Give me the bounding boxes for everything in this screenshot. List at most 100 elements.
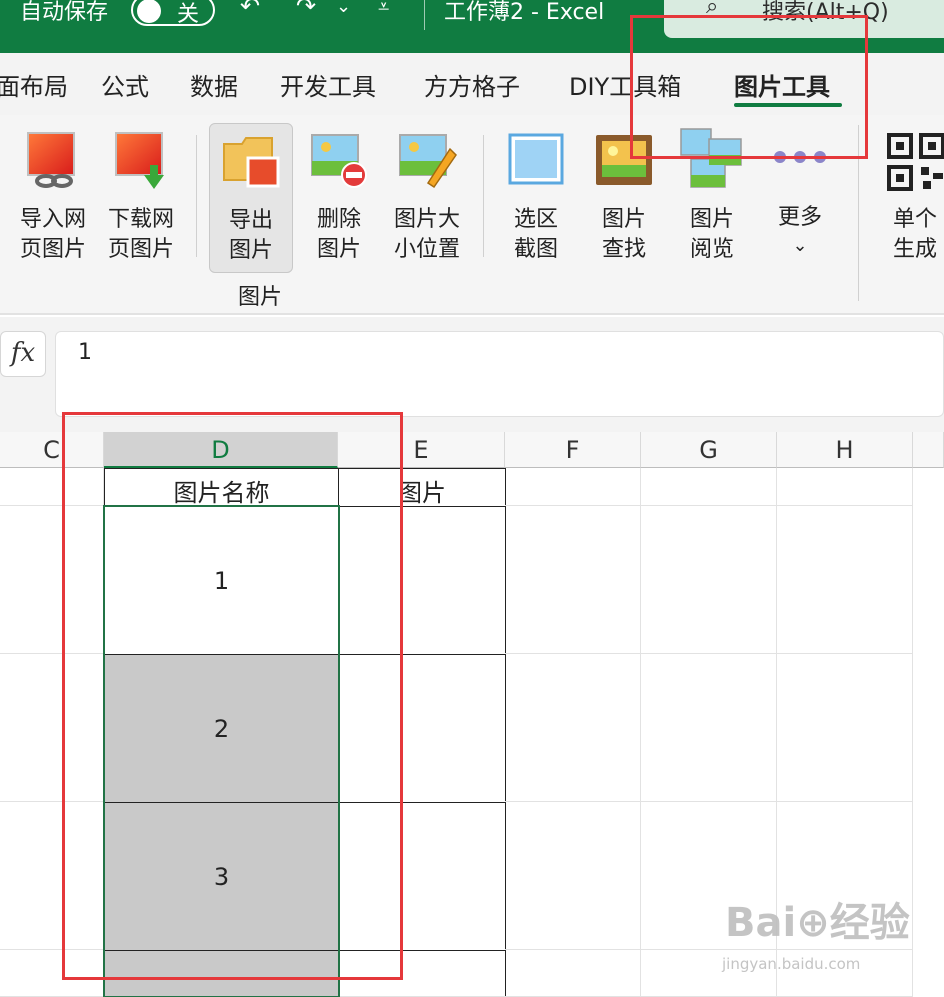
download-web-image-button[interactable]: 下载网 页图片 [98, 123, 184, 271]
tab-image-tools[interactable]: 图片工具 [734, 67, 830, 102]
cell-text: 2 [213, 715, 230, 743]
image-size-label-1: 图片大 [393, 207, 460, 232]
more-button[interactable]: 更多 ⌄ [757, 123, 843, 271]
image-size-position-button[interactable]: 图片大 小位置 [384, 123, 470, 271]
cell[interactable] [0, 654, 104, 802]
export-image-icon [223, 137, 280, 188]
image-find-icon [596, 135, 652, 185]
cell[interactable] [0, 950, 104, 997]
image-find-label-2: 查找 [601, 237, 646, 262]
cell-d-row-4[interactable] [104, 950, 339, 997]
image-browse-button[interactable]: 图片 阅览 [669, 123, 755, 271]
cell-e-header[interactable]: 图片 [338, 468, 506, 507]
cell-d-row-3[interactable]: 3 [104, 802, 339, 951]
import-web-image-label-2: 页图片 [19, 237, 86, 262]
search-box[interactable]: ⌕ 搜索(Alt+Q) [664, 0, 944, 38]
image-find-button[interactable]: 图片 查找 [581, 123, 667, 271]
column-header-d[interactable]: D [104, 432, 338, 468]
tab-data[interactable]: 数据 [190, 67, 238, 102]
cell[interactable] [505, 802, 641, 950]
more-label: 更多 [777, 205, 822, 230]
cell[interactable] [641, 654, 777, 802]
selection-screenshot-button[interactable]: 选区 截图 [493, 123, 579, 271]
cell[interactable] [0, 506, 104, 654]
formula-bar-area: fx 1 [0, 317, 944, 432]
more-icon [774, 151, 826, 163]
tab-fangfanggezi[interactable]: 方方格子 [424, 67, 520, 102]
cell-e-row-4[interactable] [338, 950, 506, 997]
cell-d-row-1[interactable]: 1 [104, 506, 339, 655]
toggle-state: 关 [177, 2, 200, 27]
cell-text: 图片 [398, 479, 446, 507]
formula-input[interactable]: 1 [55, 331, 944, 417]
redo-icon[interactable]: ↷ [296, 0, 316, 20]
import-web-image-icon [27, 132, 75, 188]
cell[interactable] [777, 468, 913, 506]
autosave-label: 自动保存 [20, 0, 109, 25]
delete-image-label-1: 删除 [316, 207, 361, 232]
delete-image-button[interactable]: 删除 图片 [296, 123, 382, 271]
title-bar: 自动保存 关 ↶ ↷ ⌄ ⩡ 工作薄2 - Excel ⌕ 搜索(Alt+Q) [0, 0, 944, 53]
import-web-image-label-1: 导入网 [19, 207, 86, 232]
tab-developer[interactable]: 开发工具 [280, 67, 376, 102]
column-header-h[interactable]: H [777, 432, 913, 468]
cell-e-row-1[interactable] [338, 506, 506, 655]
cell[interactable] [505, 506, 641, 654]
export-image-label-1: 导出 [228, 208, 273, 233]
export-image-label-2: 图片 [228, 238, 273, 263]
search-icon: ⌕ [706, 0, 719, 19]
cell-d-header[interactable]: 图片名称 [104, 468, 339, 507]
ribbon-group-label: 图片 [237, 285, 282, 310]
column-header-e[interactable]: E [338, 432, 505, 468]
document-title: 工作薄2 - Excel [444, 0, 605, 25]
ribbon-separator [858, 125, 859, 301]
cell[interactable] [641, 468, 777, 506]
delete-image-icon [311, 134, 367, 188]
active-tab-indicator [734, 103, 842, 107]
screenshot-label-1: 选区 [513, 207, 558, 232]
tab-page-layout[interactable]: 面布局 [0, 67, 68, 102]
insert-function-button[interactable]: fx [0, 331, 46, 377]
cell-e-row-3[interactable] [338, 802, 506, 951]
column-header-i[interactable] [913, 432, 944, 468]
screenshot-icon [508, 133, 564, 185]
title-separator [424, 0, 425, 30]
qr-code-icon [887, 133, 944, 191]
cell[interactable] [777, 654, 913, 802]
image-browse-label-1: 图片 [689, 207, 734, 232]
ribbon-separator [196, 135, 197, 257]
cell-d-row-2[interactable]: 2 [104, 654, 339, 803]
cell-e-row-2[interactable] [338, 654, 506, 803]
ribbon-panel: 导入网 页图片 下载网 页图片 导出 图片 删除 图片 图片大 小位置 选区 截… [0, 115, 944, 315]
screenshot-label-2: 截图 [513, 237, 558, 262]
cell-text: 图片名称 [173, 479, 270, 507]
cell[interactable] [641, 506, 777, 654]
cell[interactable] [0, 468, 104, 506]
watermark-url: jingyan.baidu.com [722, 955, 861, 973]
cell[interactable] [777, 506, 913, 654]
column-header-f[interactable]: F [505, 432, 641, 468]
column-header-g[interactable]: G [641, 432, 777, 468]
single-generate-button[interactable]: 单个 生成 [872, 123, 944, 271]
chevron-down-icon[interactable]: ⌄ [336, 0, 351, 17]
cell[interactable] [505, 950, 641, 997]
autosave-toggle[interactable]: 关 [131, 0, 215, 27]
cell[interactable] [505, 468, 641, 506]
undo-icon[interactable]: ↶ [240, 0, 260, 20]
cell[interactable] [505, 654, 641, 802]
single-generate-label-2: 生成 [892, 237, 937, 262]
image-browse-label-2: 阅览 [689, 237, 734, 262]
column-header-c[interactable]: C [0, 432, 104, 468]
export-image-button[interactable]: 导出 图片 [209, 123, 293, 273]
cell-text: 1 [213, 567, 230, 595]
cell[interactable] [0, 802, 104, 950]
tab-formulas[interactable]: 公式 [101, 67, 149, 102]
delete-image-label-2: 图片 [316, 237, 361, 262]
toggle-knob [137, 0, 161, 23]
import-web-image-button[interactable]: 导入网 页图片 [10, 123, 96, 271]
download-web-image-label-1: 下载网 [107, 207, 174, 232]
tab-diy-toolbox[interactable]: DIY工具箱 [569, 67, 681, 102]
customize-toolbar-icon[interactable]: ⩡ [378, 0, 389, 18]
download-web-image-label-2: 页图片 [107, 237, 174, 262]
image-browse-icon [680, 128, 742, 188]
